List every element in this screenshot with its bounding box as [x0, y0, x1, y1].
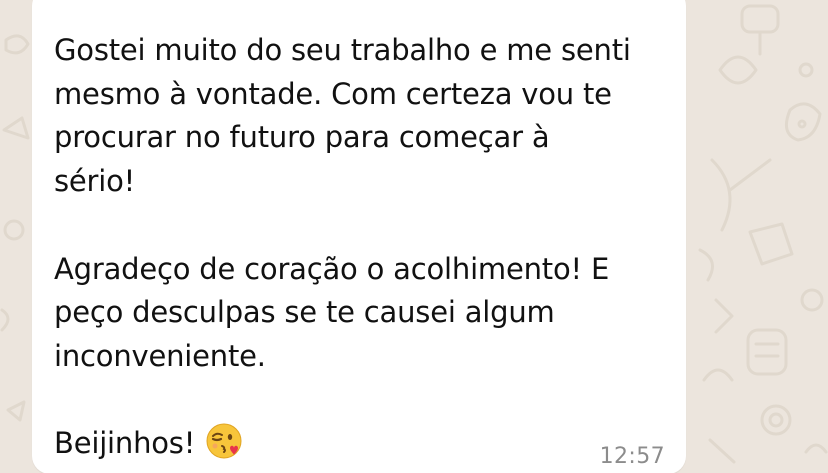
message-line: Agradeço de coração o acolhimento! E — [54, 251, 610, 286]
message-line: procurar no futuro para começar à — [54, 120, 550, 155]
kissing-face-with-heart-icon — [205, 422, 243, 460]
message-line: peço desculpas se te causei algum — [54, 295, 555, 330]
message-line: Beijinhos! — [54, 426, 196, 461]
message-timestamp: 12:57 — [599, 444, 665, 469]
message-last-line: Beijinhos! — [54, 422, 674, 466]
message-line: mesmo à vontade. Com certeza vou te — [54, 76, 612, 111]
message-text: Gostei muito do seu trabalho e me senti … — [54, 29, 674, 466]
message-line: inconveniente. — [54, 338, 266, 373]
message-line: sério! — [54, 164, 136, 199]
message-line: Gostei muito do seu trabalho e me senti — [54, 33, 631, 67]
